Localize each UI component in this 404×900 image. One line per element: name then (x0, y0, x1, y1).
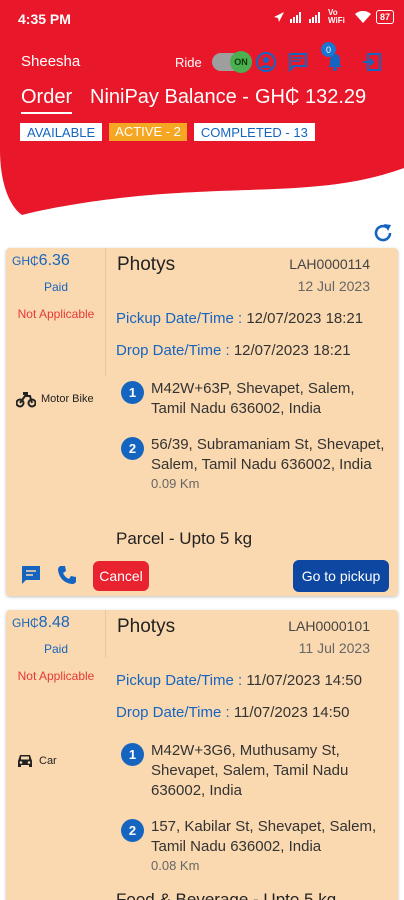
pickup-datetime: Pickup Date/Time : 11/07/2023 14:50 (116, 672, 362, 689)
notification-badge: 0 (321, 42, 336, 57)
message-icon[interactable] (20, 564, 44, 588)
balance-label: NiniPay Balance - (90, 86, 249, 108)
parcel-type: Food & Beverage - Upto 5 kg (116, 890, 337, 900)
address-text: 56/39, Subramaniam St, Shevapet, Salem, … (151, 436, 385, 473)
order-card[interactable]: GH₵8.48 Paid Not Applicable Car Photys L… (6, 610, 398, 900)
customer-name: Photys (117, 616, 176, 637)
phone-icon[interactable] (56, 564, 80, 588)
refresh-icon[interactable] (372, 222, 394, 244)
address-number: 2 (121, 437, 144, 460)
vehicle-type: Motor Bike (16, 390, 94, 408)
balance-value: GH₵ 132.29 (254, 86, 367, 108)
status-time: 4:35 PM (18, 11, 71, 27)
order-status-chips: AVAILABLE ACTIVE - 2 COMPLETED - 13 (20, 123, 315, 141)
address-distance: 0.09 Km (151, 476, 200, 491)
vehicle-label: Car (39, 755, 57, 767)
logout-icon[interactable] (361, 51, 383, 73)
drop-datetime: Drop Date/Time : 12/07/2023 18:21 (116, 342, 351, 359)
address-text: M42W+63P, Shevapet, Salem, Tamil Nadu 63… (151, 380, 355, 417)
profile-icon[interactable] (255, 51, 277, 73)
pickup-address: 1 M42W+3G6, Muthusamy St, Shevapet, Sale… (121, 741, 391, 801)
pickup-datetime: Pickup Date/Time : 12/07/2023 18:21 (116, 310, 364, 327)
parcel-type: Parcel - Upto 5 kg (116, 529, 253, 548)
order-card[interactable]: GH₵6.36 Paid Not Applicable Motor Bike P… (6, 248, 398, 596)
applicability-status: Not Applicable (17, 669, 95, 683)
drop-address: 2 157, Kabilar St, Shevapet, Salem, Tami… (121, 817, 391, 875)
location-icon (273, 12, 284, 22)
order-id: LAH0000114 (289, 256, 370, 272)
drop-datetime: Drop Date/Time : 11/07/2023 14:50 (116, 704, 350, 721)
vehicle-type: Car (16, 752, 57, 770)
cancel-button[interactable]: Cancel (93, 561, 149, 591)
ride-toggle[interactable]: ON (212, 51, 252, 73)
applicability-status: Not Applicable (17, 307, 95, 321)
customer-name: Photys (117, 254, 176, 275)
vehicle-label: Motor Bike (41, 393, 94, 405)
address-text: 157, Kabilar St, Shevapet, Salem, Tamil … (151, 818, 377, 855)
order-id: LAH0000101 (288, 618, 370, 634)
order-date: 11 Jul 2023 (298, 640, 370, 656)
status-bar: 4:35 PM Vo WiFi 87 (0, 0, 404, 38)
address-number: 1 (121, 381, 144, 404)
ninipay-balance: NiniPay Balance - GH₵ 132.29 (90, 86, 366, 109)
app-name: Sheesha (21, 53, 81, 70)
order-price: GH₵8.48 (12, 614, 70, 631)
pickup-address: 1 M42W+63P, Shevapet, Salem, Tamil Nadu … (121, 379, 391, 419)
motorbike-icon (16, 392, 36, 408)
chip-available[interactable]: AVAILABLE (20, 123, 103, 141)
order-date: 12 Jul 2023 (297, 278, 370, 294)
chip-completed[interactable]: COMPLETED - 13 (193, 123, 315, 141)
ride-label: Ride (175, 55, 202, 70)
tab-order[interactable]: Order (21, 86, 73, 114)
battery-icon: 87 (375, 10, 394, 24)
order-price: GH₵6.36 (12, 252, 70, 269)
payment-status: Paid (43, 642, 69, 656)
address-number: 2 (121, 819, 144, 842)
toggle-knob: ON (230, 51, 252, 73)
chat-icon[interactable] (287, 51, 309, 73)
address-number: 1 (121, 743, 144, 766)
go-to-pickup-button[interactable]: Go to pickup (293, 560, 389, 592)
drop-address: 2 56/39, Subramaniam St, Shevapet, Salem… (121, 435, 391, 493)
chip-active[interactable]: ACTIVE - 2 (109, 123, 187, 141)
wifi-icon (354, 11, 371, 23)
payment-status: Paid (43, 280, 69, 294)
status-icons: Vo WiFi 87 (273, 9, 394, 25)
car-icon (18, 755, 32, 767)
network-label: Vo WiFi (327, 8, 345, 25)
signal-icon (289, 12, 301, 23)
address-distance: 0.08 Km (151, 858, 200, 873)
address-text: M42W+3G6, Muthusamy St, Shevapet, Salem,… (151, 742, 349, 799)
signal-icon-2 (308, 12, 320, 23)
